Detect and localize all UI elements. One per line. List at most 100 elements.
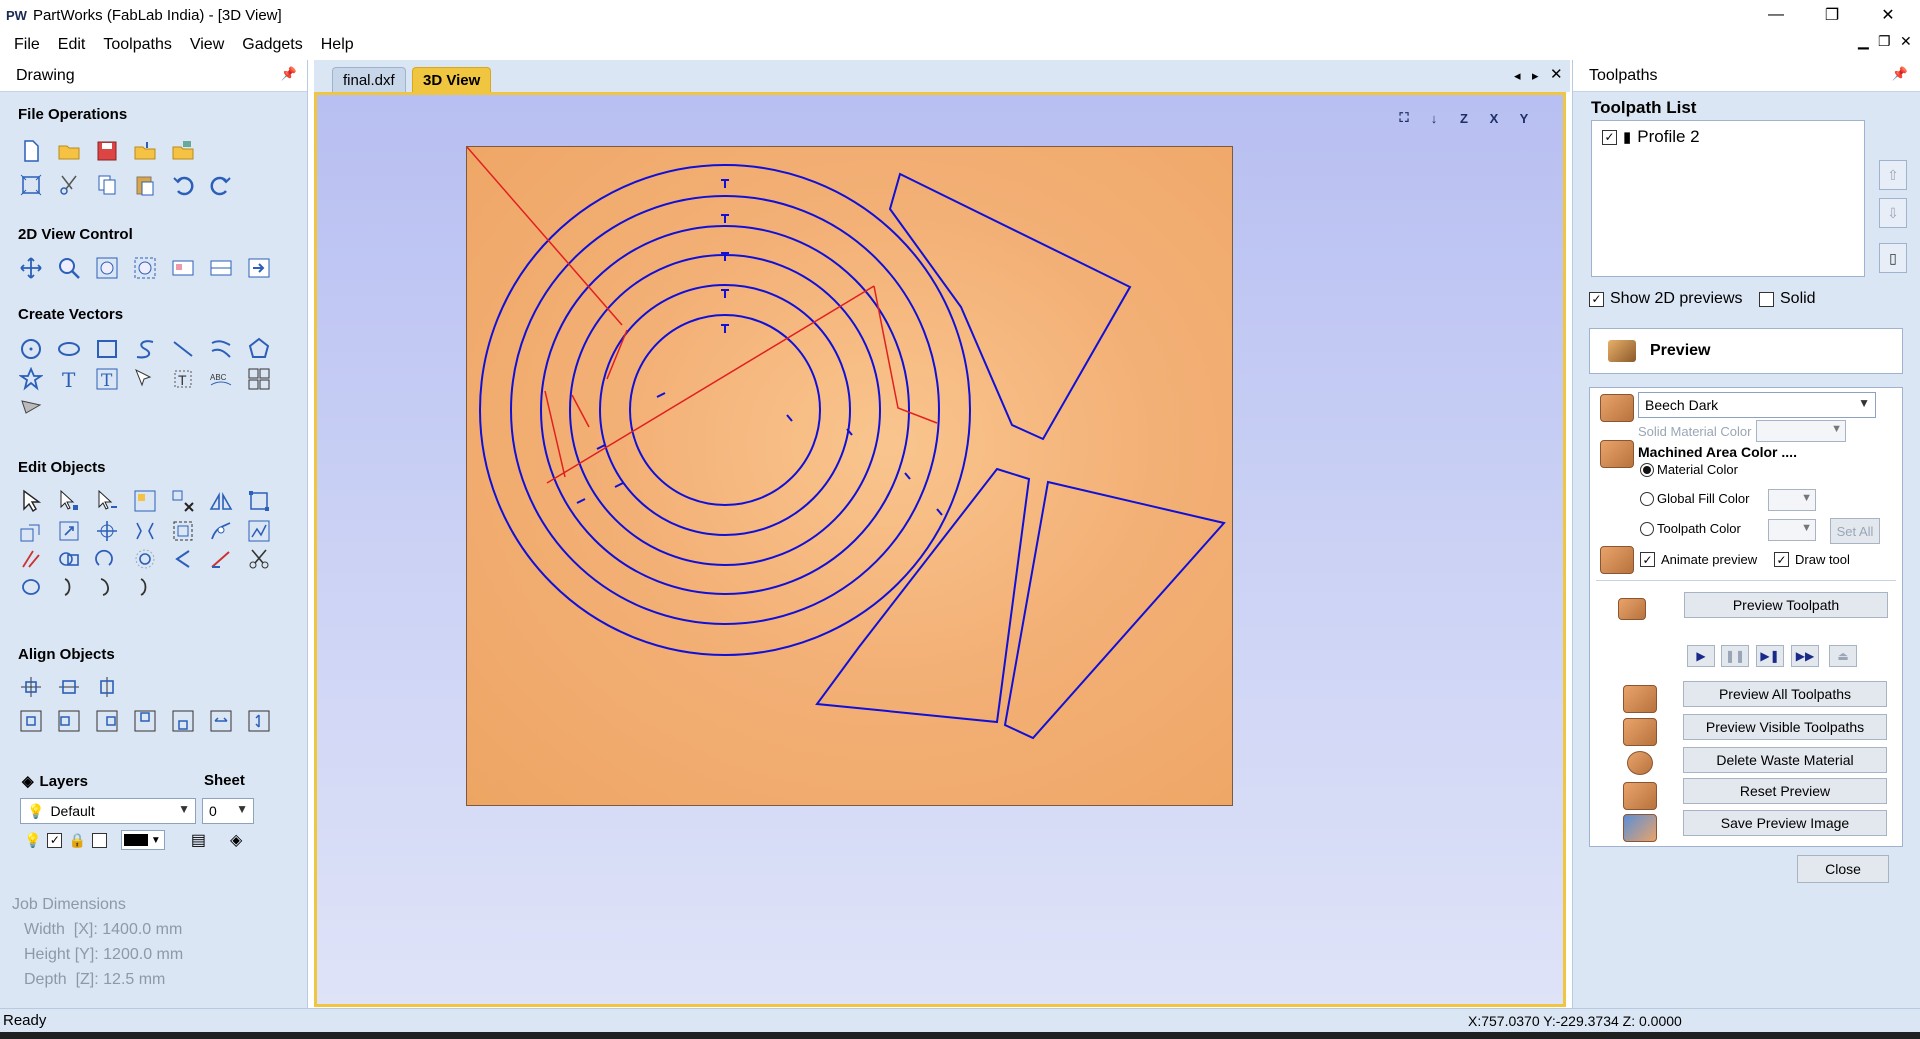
layer-color-picker[interactable]: ▼ [120,830,165,850]
close-window-button[interactable]: ✕ [1860,0,1916,30]
pin-icon[interactable]: 📌 [1892,66,1908,82]
tab-final-dxf[interactable]: final.dxf [332,67,406,92]
view-z-icon[interactable]: Z [1449,105,1479,131]
menu-help[interactable]: Help [312,36,363,54]
cut-icon[interactable] [56,172,82,198]
layer-properties-icon[interactable]: ▤ [191,830,206,850]
show-2d-previews-option[interactable]: ✓ Show 2D previews [1589,290,1743,308]
undo-icon[interactable] [170,172,196,198]
resize-icon[interactable] [56,518,82,544]
distribute-horizontal-icon[interactable] [208,708,234,734]
align-bottom-icon[interactable] [170,708,196,734]
iso-view-icon[interactable]: ↓ [1419,105,1449,131]
preview-toolpath-button[interactable]: Preview Toolpath [1684,592,1888,618]
align-left-icon[interactable] [56,708,82,734]
pause-button[interactable]: ❚❚ [1721,645,1749,667]
arc-icon[interactable] [94,574,120,600]
transform-icon[interactable] [94,488,120,514]
toolpath-color-picker[interactable]: ▼ [1768,519,1816,541]
move-up-button[interactable]: ⇧ [1879,160,1907,190]
align-top-icon[interactable] [132,708,158,734]
global-fill-color-radio[interactable] [1640,491,1654,506]
new-file-icon[interactable] [18,138,44,164]
animate-preview-checkbox[interactable]: ✓ [1640,552,1655,567]
material-color-radio[interactable] [1640,462,1654,477]
mdi-minimize-icon[interactable]: ▁ [1858,33,1869,50]
line-icon[interactable] [170,336,196,362]
list-item[interactable]: ✓ ▮ Profile 2 [1602,127,1700,147]
tab-scroll-left-icon[interactable]: ◂ [1514,68,1521,84]
trim-icon[interactable] [18,546,44,572]
pin-icon[interactable]: 📌 [281,66,297,82]
import-icon[interactable] [132,138,158,164]
import-bitmap-icon[interactable] [170,138,196,164]
save-preview-image-button[interactable]: Save Preview Image [1683,810,1887,836]
group-icon[interactable] [132,488,158,514]
view-layout-icon[interactable] [170,255,196,281]
align-grid-icon[interactable] [170,518,196,544]
toolpath-color-option[interactable]: Toolpath Color [1640,521,1741,536]
lock-icon[interactable]: 🔒 [68,832,85,849]
mdi-close-icon[interactable]: ✕ [1900,33,1912,50]
toolpath-list[interactable]: ✓ ▮ Profile 2 [1591,120,1865,277]
solid-option[interactable]: Solid [1759,290,1816,308]
rotate-icon[interactable] [94,518,120,544]
zoom-extents-icon[interactable] [94,255,120,281]
tab-close-icon[interactable]: ✕ [1550,65,1563,83]
distort-icon[interactable] [132,518,158,544]
ungroup-icon[interactable] [170,488,196,514]
zoom-selected-icon[interactable] [132,255,158,281]
toolpath-color-radio[interactable] [1640,521,1654,536]
3d-viewport[interactable]: ⛶ ↓ Z X Y [314,92,1566,1007]
fillet-icon[interactable] [94,546,120,572]
global-fill-color-option[interactable]: Global Fill Color [1640,491,1749,506]
mdi-restore-icon[interactable]: ❐ [1878,33,1891,50]
fast-forward-button[interactable]: ▶▶ [1791,645,1819,667]
move-down-button[interactable]: ⇩ [1879,198,1907,228]
step-button[interactable]: ▶❚ [1756,645,1784,667]
polygon-icon[interactable] [246,336,272,362]
zoom-icon[interactable] [56,255,82,281]
distribute-vertical-icon[interactable] [246,708,272,734]
array-icon[interactable] [246,366,272,392]
toolpath-summary-button[interactable]: ▯ [1879,243,1907,273]
select-icon[interactable] [18,488,44,514]
node-edit-icon[interactable] [56,488,82,514]
global-fill-color-picker[interactable]: ▼ [1768,489,1816,511]
sheet-select[interactable]: 0 ▼ [202,798,254,824]
text-on-curve-icon[interactable]: ABC [208,366,234,392]
measure-icon[interactable] [208,546,234,572]
scissors-icon[interactable] [246,546,272,572]
reset-preview-button[interactable]: Reset Preview [1683,778,1887,804]
offset-icon[interactable] [132,546,158,572]
menu-toolpaths[interactable]: Toolpaths [94,36,181,54]
pan-icon[interactable] [18,255,44,281]
paste-icon[interactable] [132,172,158,198]
align-to-center-icon[interactable] [18,708,44,734]
set-all-button[interactable]: Set All [1830,518,1880,544]
extend-icon[interactable] [56,574,82,600]
circle-icon[interactable] [18,336,44,362]
open-file-icon[interactable] [56,138,82,164]
align-right-icon[interactable] [94,708,120,734]
toolpath-checkbox[interactable]: ✓ [1602,129,1617,145]
copy-icon[interactable] [94,172,120,198]
ruler-icon[interactable] [208,255,234,281]
weld-icon[interactable] [56,546,82,572]
save-icon[interactable] [94,138,120,164]
minimize-button[interactable]: — [1748,0,1804,30]
draw-tool-option[interactable]: ✓ Draw tool [1774,552,1850,567]
toggle-view-icon[interactable] [246,255,272,281]
zoom-all-icon[interactable]: ⛶ [1389,105,1419,131]
align-vertical-center-icon[interactable] [94,674,120,700]
move-icon[interactable] [18,518,44,544]
view-y-icon[interactable]: Y [1509,105,1539,131]
draw-tool-icon[interactable] [18,394,44,420]
ellipse-icon[interactable] [56,336,82,362]
layer-visible-icon[interactable]: 💡 [24,832,41,849]
text-icon[interactable]: T [56,366,82,392]
mirror-icon[interactable] [208,488,234,514]
material-select[interactable]: Beech Dark ▼ [1638,392,1876,418]
layer-visible-checkbox[interactable]: ✓ [47,832,63,848]
layer-select[interactable]: 💡 Default ▼ [20,798,196,824]
